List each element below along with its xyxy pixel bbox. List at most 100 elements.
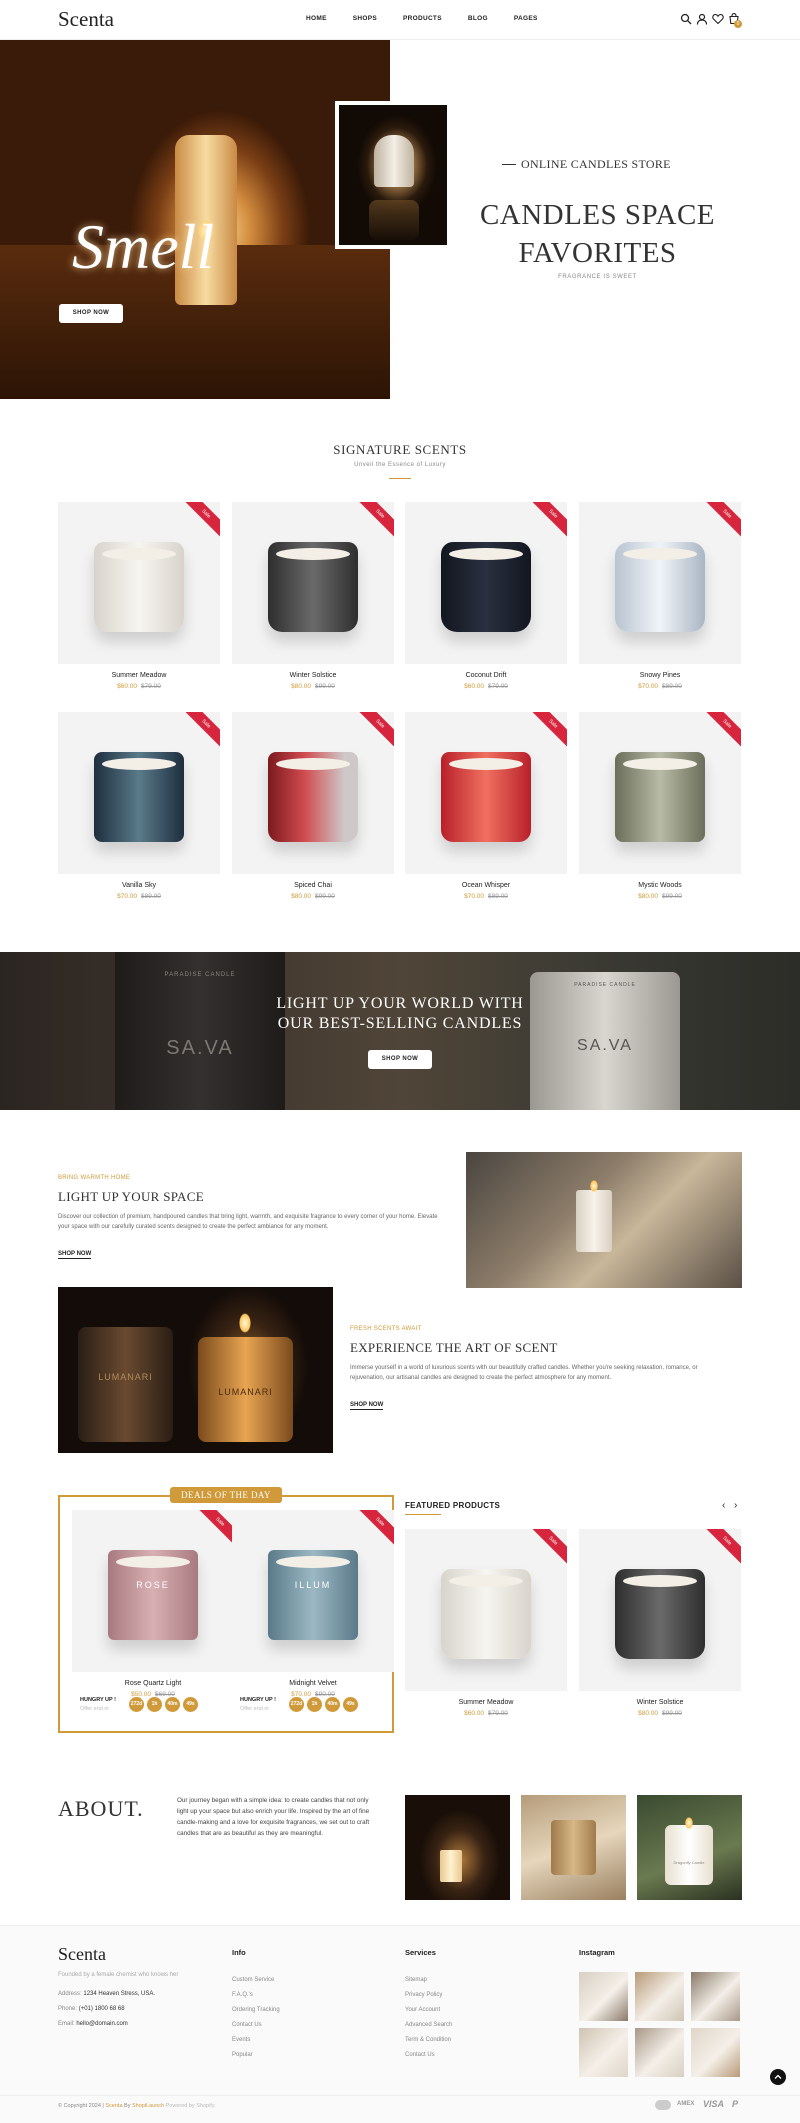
deal-product-name[interactable]: Midnight Velvet bbox=[232, 1680, 394, 1687]
deal-product-card[interactable]: Sale bbox=[232, 1510, 394, 1672]
about-text: Our journey began with a simple idea: to… bbox=[177, 1797, 370, 1838]
footer-phone: Phone: (+01) 1800 68 68 bbox=[58, 2006, 125, 2012]
feature2-jar-right-label: LUMANARI bbox=[218, 1387, 273, 1397]
signature-product-name[interactable]: Mystic Woods bbox=[579, 882, 741, 889]
nav-home[interactable]: HOME bbox=[306, 15, 327, 22]
offer-end-label: Offer end in bbox=[80, 1706, 109, 1712]
footer-link[interactable]: Contact Us bbox=[405, 2052, 435, 2058]
footer-link[interactable]: Privacy Policy bbox=[405, 1992, 442, 1998]
signature-product-card[interactable]: Sale bbox=[579, 712, 741, 874]
signature-product-price: $60.00 $79.00 bbox=[58, 683, 220, 690]
footer-logo[interactable]: Scenta bbox=[58, 1944, 106, 1965]
banner-jar-left-top-label: PARADISE CANDLE bbox=[164, 972, 236, 978]
footer-link[interactable]: Term & Condition bbox=[405, 2037, 451, 2043]
signature-product-price-old: $99.00 bbox=[315, 893, 335, 900]
footer-link[interactable]: Sitemap bbox=[405, 1977, 427, 1983]
deal-jar-label: ILLUM bbox=[294, 1580, 332, 1590]
featured-product-name[interactable]: Summer Meadow bbox=[405, 1699, 567, 1706]
feature1-shop-link[interactable]: SHOP NOW bbox=[58, 1251, 92, 1259]
featured-product-card[interactable]: Sale bbox=[579, 1529, 741, 1691]
countdown-badge: 40m bbox=[165, 1697, 180, 1712]
featured-product-name[interactable]: Winter Solstice bbox=[579, 1699, 741, 1706]
signature-product-price: $80.00 $99.00 bbox=[579, 893, 741, 900]
email-value[interactable]: hello@domain.com bbox=[76, 2021, 127, 2027]
signature-product-candle-image bbox=[441, 542, 531, 632]
signature-product-name[interactable]: Winter Solstice bbox=[232, 672, 394, 679]
hero-shop-button[interactable]: SHOP NOW bbox=[59, 304, 123, 323]
featured-product-sale-ribbon: Sale bbox=[701, 1529, 741, 1567]
search-icon[interactable] bbox=[680, 13, 692, 25]
signature-product-name[interactable]: Coconut Drift bbox=[405, 672, 567, 679]
footer-link[interactable]: Advanced Search bbox=[405, 2022, 452, 2028]
banner-heading: LIGHT UP YOUR WORLD WITH OUR BEST-SELLIN… bbox=[200, 994, 600, 1034]
banner-shop-button[interactable]: SHOP NOW bbox=[368, 1050, 432, 1069]
amex-icon: AMEX bbox=[677, 2101, 695, 2107]
copyright-text: © Copyright 2024 | bbox=[58, 2103, 104, 2109]
copyright-brand-link[interactable]: Scenta bbox=[105, 2103, 122, 2109]
signature-product-card[interactable]: Sale bbox=[58, 502, 220, 664]
signature-product-name[interactable]: Vanilla Sky bbox=[58, 882, 220, 889]
signature-product-name[interactable]: Snowy Pines bbox=[579, 672, 741, 679]
feature2-shop-link[interactable]: SHOP NOW bbox=[350, 1402, 384, 1410]
signature-product-card[interactable]: Sale bbox=[405, 712, 567, 874]
instagram-thumb[interactable] bbox=[579, 1972, 628, 2021]
deal-product-card[interactable]: Sale bbox=[72, 1510, 234, 1672]
about-image-2 bbox=[521, 1795, 626, 1900]
signature-product-price: $80.00 $99.00 bbox=[232, 893, 394, 900]
phone-value[interactable]: (+01) 1800 68 68 bbox=[79, 2006, 125, 2012]
signature-product-price-current: $60.00 bbox=[117, 683, 137, 690]
hero-image: Smell SHOP NOW bbox=[0, 40, 390, 399]
nav-pages[interactable]: PAGES bbox=[514, 15, 538, 22]
site-logo[interactable]: Scenta bbox=[58, 7, 114, 32]
footer-link[interactable]: F.A.Q.'s bbox=[232, 1992, 253, 1998]
wishlist-icon[interactable] bbox=[712, 13, 724, 25]
back-to-top-button[interactable] bbox=[770, 2069, 786, 2085]
footer-link[interactable]: Ordering Tracking bbox=[232, 2007, 280, 2013]
signature-product-card[interactable]: Sale bbox=[405, 502, 567, 664]
signature-product-card[interactable]: Sale bbox=[58, 712, 220, 874]
countdown-badge: 1h bbox=[307, 1697, 322, 1712]
feature2-text: Immerse yourself in a world of luxurious… bbox=[350, 1365, 698, 1381]
footer-email: Email: hello@domain.com bbox=[58, 2021, 128, 2027]
signature-product-price-current: $70.00 bbox=[638, 683, 658, 690]
nav-products[interactable]: PRODUCTS bbox=[403, 15, 442, 22]
signature-product-card[interactable]: Sale bbox=[579, 502, 741, 664]
signature-product-price-current: $80.00 bbox=[638, 893, 658, 900]
footer-link[interactable]: Popular bbox=[232, 2052, 253, 2058]
footer-services-title: Services bbox=[405, 1948, 436, 1957]
burner-reflection bbox=[369, 200, 419, 240]
hero-script-text: Smell bbox=[72, 211, 215, 282]
featured-prev-button[interactable]: ‹ bbox=[722, 1500, 725, 1511]
instagram-thumb[interactable] bbox=[691, 2028, 740, 2077]
footer-link[interactable]: Events bbox=[232, 2037, 250, 2043]
signature-product-name[interactable]: Ocean Whisper bbox=[405, 882, 567, 889]
instagram-thumb[interactable] bbox=[691, 1972, 740, 2021]
instagram-thumb[interactable] bbox=[635, 2028, 684, 2077]
signature-product-sale-ribbon: Sale bbox=[701, 712, 741, 750]
featured-title: FEATURED PRODUCTS bbox=[405, 1501, 501, 1510]
signature-product-candle-image bbox=[94, 542, 184, 632]
copyright-author-link[interactable]: ShopiLaunch bbox=[132, 2103, 164, 2109]
signature-product-card[interactable]: Sale bbox=[232, 712, 394, 874]
signature-product-card[interactable]: Sale bbox=[232, 502, 394, 664]
card-icon bbox=[655, 2100, 671, 2110]
footer-link[interactable]: Custom Service bbox=[232, 1977, 274, 1983]
nav-shops[interactable]: SHOPS bbox=[353, 15, 377, 22]
footer-link[interactable]: Contact Us bbox=[232, 2022, 262, 2028]
feature2-jar-left: LUMANARI bbox=[78, 1327, 173, 1442]
featured-next-button[interactable]: › bbox=[734, 1500, 737, 1511]
featured-product-sale-ribbon: Sale bbox=[527, 1529, 567, 1567]
phone-label: Phone: bbox=[58, 2006, 78, 2012]
nav-blog[interactable]: BLOG bbox=[468, 15, 488, 22]
deal-product-name[interactable]: Rose Quartz Light bbox=[72, 1680, 234, 1687]
signature-product-name[interactable]: Summer Meadow bbox=[58, 672, 220, 679]
signature-product-name[interactable]: Spiced Chai bbox=[232, 882, 394, 889]
footer-link[interactable]: Your Account bbox=[405, 2007, 440, 2013]
instagram-thumb[interactable] bbox=[579, 2028, 628, 2077]
account-icon[interactable] bbox=[696, 13, 708, 25]
instagram-thumb[interactable] bbox=[635, 1972, 684, 2021]
featured-product-card[interactable]: Sale bbox=[405, 1529, 567, 1691]
section-subtitle-signature: Unveil the Essence of Luxury bbox=[354, 462, 446, 468]
featured-underline bbox=[405, 1514, 441, 1515]
footer-instagram-title: Instagram bbox=[579, 1948, 615, 1957]
